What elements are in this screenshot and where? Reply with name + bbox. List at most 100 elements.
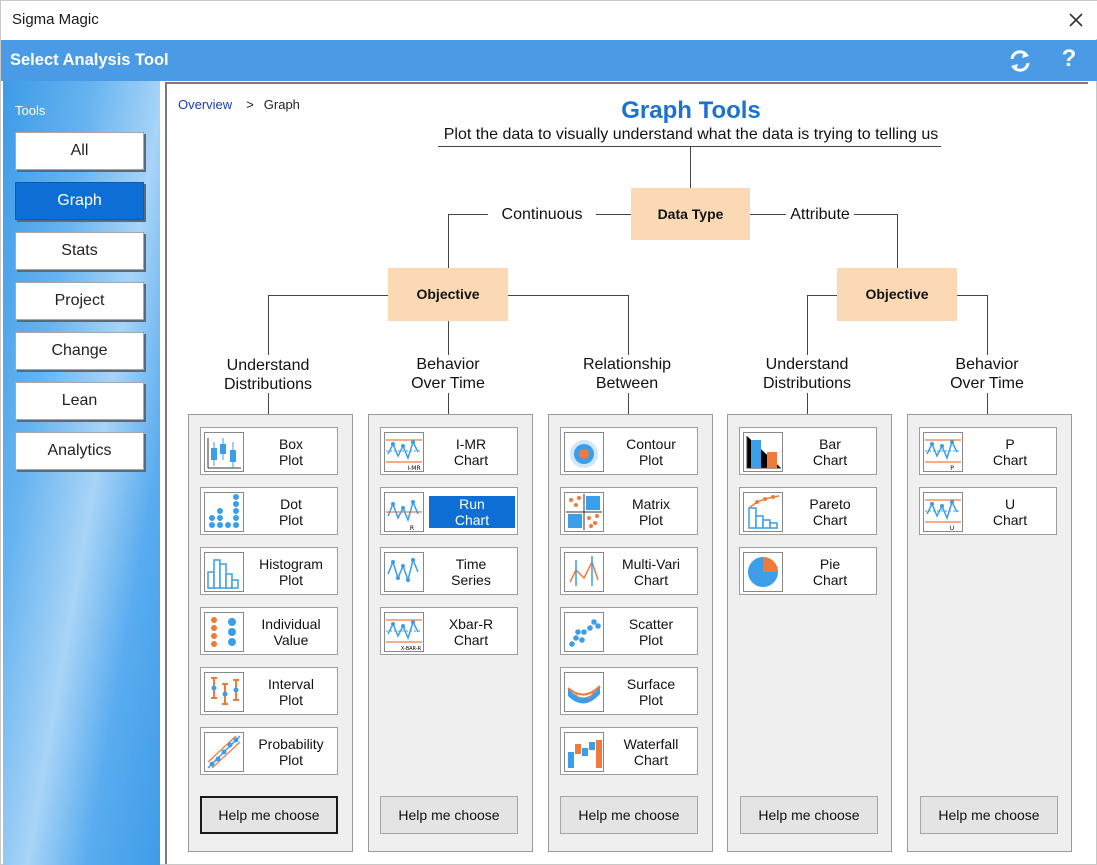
- matrix-plot-button[interactable]: Matrix Plot: [560, 487, 698, 535]
- category-line2: Over Time: [950, 375, 1024, 392]
- tool-label-line2: Plot: [278, 752, 304, 768]
- category-line2: Over Time: [411, 375, 485, 392]
- bar-chart-icon: [743, 432, 783, 472]
- category-line1: Relationship: [582, 356, 672, 373]
- sidebar-item-lean[interactable]: Lean: [15, 382, 144, 420]
- title-bar: Sigma Magic: [1, 1, 1097, 39]
- sidebar-item-graph[interactable]: Graph: [15, 182, 144, 220]
- tool-label-selected: Run Chart: [429, 496, 515, 528]
- help-me-choose-button[interactable]: Help me choose: [560, 796, 698, 834]
- contour-plot-icon: [564, 432, 604, 472]
- sidebar-item-stats[interactable]: Stats: [15, 232, 144, 270]
- contour-plot-button[interactable]: Contour Plot: [560, 427, 698, 475]
- help-me-choose-button[interactable]: Help me choose: [740, 796, 878, 834]
- pareto-chart-button[interactable]: Pareto Chart: [739, 487, 877, 535]
- sidebar-item-project[interactable]: Project: [15, 282, 144, 320]
- xbar-r-chart-icon: X-BAR-R: [384, 612, 424, 652]
- refresh-icon[interactable]: [1007, 48, 1033, 74]
- connector-line: [508, 295, 629, 296]
- tool-label-line1: Probability: [258, 736, 324, 752]
- p-chart-button[interactable]: P P Chart: [919, 427, 1057, 475]
- connector-line: [448, 214, 488, 215]
- tool-label-line2: Chart: [453, 632, 489, 648]
- category-label: Relationship Between: [557, 355, 697, 393]
- tool-label: Interval Plot: [247, 676, 335, 708]
- sidebar-label: Tools: [15, 103, 46, 118]
- tool-label-line2: Chart: [992, 452, 1028, 468]
- help-icon[interactable]: ?: [1059, 45, 1079, 75]
- tool-label-line1: Box: [278, 436, 304, 452]
- tool-label: Contour Plot: [607, 436, 695, 468]
- tool-label-line1: Run: [459, 496, 485, 512]
- connector-line: [268, 295, 389, 296]
- tool-label-line2: Chart: [454, 512, 490, 528]
- header-title: Select Analysis Tool: [10, 51, 169, 69]
- run-chart-button[interactable]: R Run Chart: [380, 487, 518, 535]
- interval-plot-button[interactable]: Interval Plot: [200, 667, 338, 715]
- connector-line: [807, 393, 808, 415]
- sidebar-item-analytics[interactable]: Analytics: [15, 432, 144, 470]
- tool-label-line2: Plot: [278, 512, 304, 528]
- objective-box-right: Objective: [837, 268, 957, 321]
- bar-chart-button[interactable]: Bar Chart: [739, 427, 877, 475]
- tool-label-line2: Plot: [638, 692, 664, 708]
- category-line1: Understand: [765, 356, 849, 373]
- help-me-choose-button[interactable]: Help me choose: [200, 796, 338, 834]
- xbar-r-chart-button[interactable]: X-BAR-R Xbar-R Chart: [380, 607, 518, 655]
- u-chart-icon: U: [923, 492, 963, 532]
- tool-label: Xbar-R Chart: [427, 616, 515, 648]
- u-chart-button[interactable]: U U Chart: [919, 487, 1057, 535]
- tool-label-line2: Chart: [633, 752, 669, 768]
- tool-label: Probability Plot: [247, 736, 335, 768]
- close-icon[interactable]: [1065, 9, 1087, 31]
- tool-label-line2: Plot: [278, 572, 304, 588]
- connector-line: [807, 295, 838, 296]
- time-series-button[interactable]: Time Series: [380, 547, 518, 595]
- individual-value-button[interactable]: Individual Value: [200, 607, 338, 655]
- tool-label-line1: Xbar-R: [448, 616, 494, 632]
- dot-plot-button[interactable]: Dot Plot: [200, 487, 338, 535]
- tool-label-line1: Matrix: [631, 496, 671, 512]
- tool-label-line2: Chart: [812, 512, 848, 528]
- imr-chart-button[interactable]: I-MR I-MR Chart: [380, 427, 518, 475]
- probability-plot-button[interactable]: Probability Plot: [200, 727, 338, 775]
- sidebar-item-all[interactable]: All: [15, 132, 144, 170]
- box-plot-button[interactable]: Box Plot: [200, 427, 338, 475]
- breadcrumb-current: Graph: [263, 97, 300, 112]
- category-label: Understand Distributions: [737, 355, 877, 393]
- category-line1: Behavior: [416, 356, 480, 373]
- tool-label-line2: Chart: [453, 452, 489, 468]
- tool-label-line1: P: [1005, 436, 1015, 452]
- help-me-choose-button[interactable]: Help me choose: [380, 796, 518, 834]
- icon-caption: X-BAR-R: [401, 646, 422, 652]
- waterfall-chart-icon: [564, 732, 604, 772]
- tool-label: Bar Chart: [786, 436, 874, 468]
- waterfall-chart-button[interactable]: Waterfall Chart: [560, 727, 698, 775]
- tool-label-line1: Individual: [261, 616, 321, 632]
- breadcrumb-overview-link[interactable]: Overview: [178, 97, 232, 112]
- attribute-label: Attribute: [790, 206, 850, 223]
- sidebar-item-change[interactable]: Change: [15, 332, 144, 370]
- category-line1: Behavior: [955, 356, 1019, 373]
- help-me-choose-button[interactable]: Help me choose: [920, 796, 1058, 834]
- multi-vari-button[interactable]: Multi-Vari Chart: [560, 547, 698, 595]
- tool-label: Pareto Chart: [786, 496, 874, 528]
- category-line1: Understand: [226, 357, 310, 374]
- tool-panel-attribute-distributions: [727, 414, 892, 852]
- pie-chart-button[interactable]: Pie Chart: [739, 547, 877, 595]
- surface-plot-button[interactable]: Surface Plot: [560, 667, 698, 715]
- connector-line: [628, 393, 629, 415]
- scatter-plot-button[interactable]: Scatter Plot: [560, 607, 698, 655]
- tool-label: U Chart: [966, 496, 1054, 528]
- tool-label-line2: Chart: [812, 452, 848, 468]
- connector-line: [628, 295, 629, 355]
- icon-caption: R: [410, 525, 414, 532]
- tool-label-line1: U: [1004, 496, 1016, 512]
- histogram-button[interactable]: Histogram Plot: [200, 547, 338, 595]
- tool-label-line1: Dot: [280, 496, 302, 512]
- tool-label-line2: Plot: [638, 452, 664, 468]
- connector-line: [987, 393, 988, 415]
- connector-line: [268, 393, 269, 415]
- scatter-plot-icon: [564, 612, 604, 652]
- tool-label-line2: Value: [273, 632, 309, 648]
